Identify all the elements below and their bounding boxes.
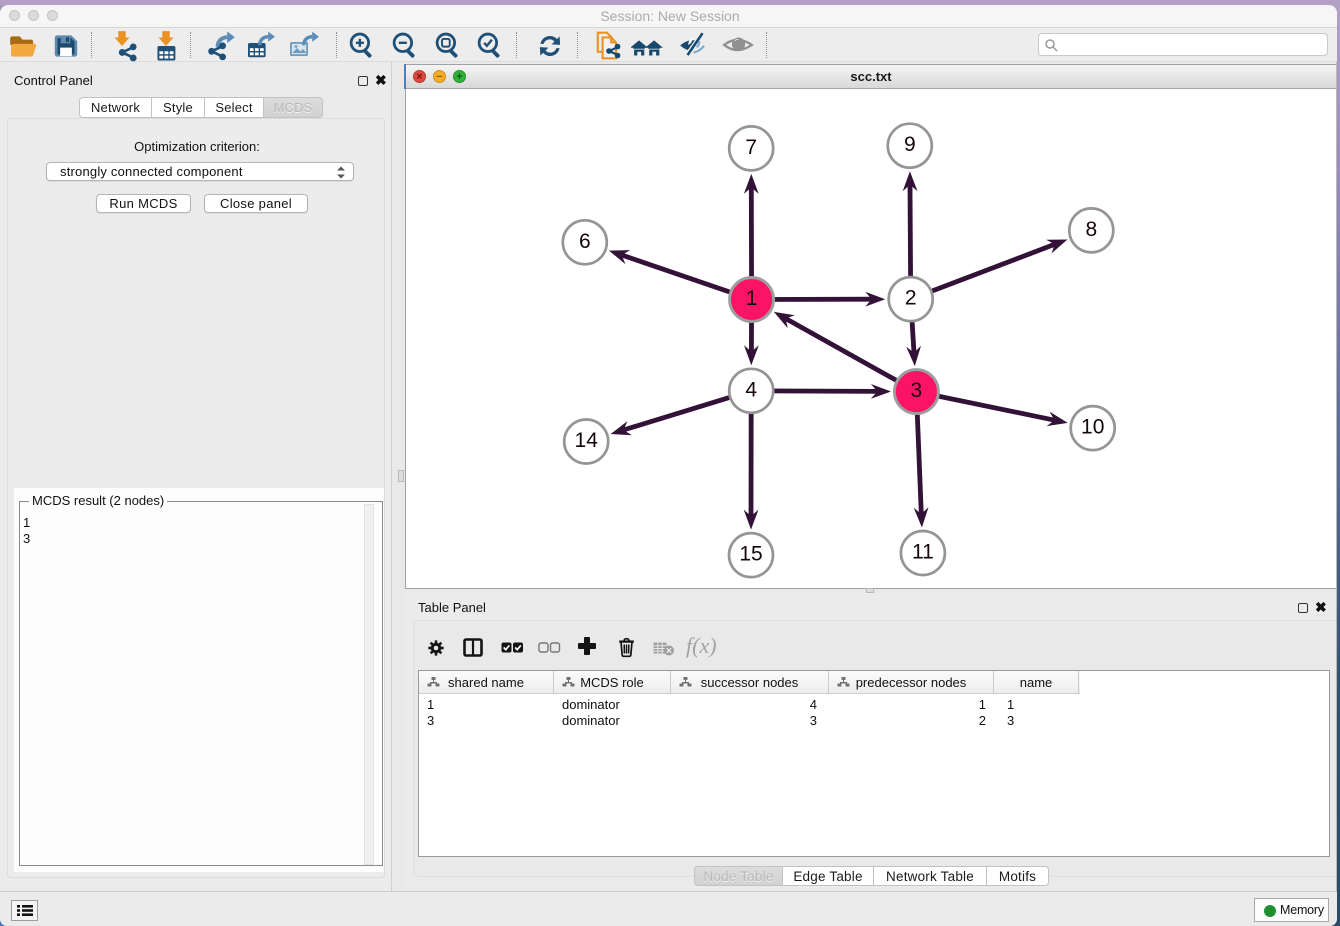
svg-text:9: 9: [904, 133, 916, 156]
svg-text:11: 11: [912, 541, 934, 564]
svg-text:7: 7: [745, 136, 757, 159]
svg-text:2: 2: [905, 287, 917, 310]
svg-text:14: 14: [575, 429, 599, 452]
svg-text:3: 3: [911, 379, 923, 402]
svg-text:6: 6: [579, 230, 591, 253]
svg-text:8: 8: [1085, 218, 1097, 241]
svg-text:15: 15: [739, 543, 762, 566]
svg-text:1: 1: [746, 287, 758, 310]
svg-text:4: 4: [745, 378, 757, 401]
svg-text:10: 10: [1081, 416, 1104, 439]
